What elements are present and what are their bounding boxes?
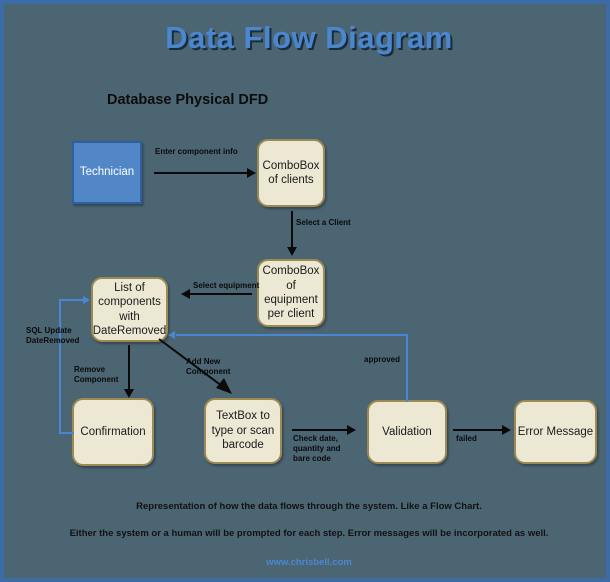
- edge-failed-arrowhead: [502, 425, 511, 435]
- edge-sql-update-seg-a: [59, 432, 74, 434]
- footer-line-1: Representation of how the data flows thr…: [136, 501, 482, 512]
- edge-label-select-a-client: Select a Client: [296, 218, 351, 227]
- edge-approved-arrowhead: [168, 331, 175, 339]
- node-validation[interactable]: Validation: [367, 400, 447, 464]
- edge-label-select-equipment: Select equipment: [193, 281, 260, 290]
- node-confirmation[interactable]: Confirmation: [72, 398, 154, 466]
- edge-label-sql-update-dateremoved: SQL Update DateRemoved: [26, 326, 80, 345]
- edge-select-a-client-line: [291, 211, 293, 247]
- edge-approved-seg-b: [176, 334, 407, 336]
- edge-select-equipment-line: [190, 293, 252, 295]
- footer-line-2: Either the system or a human will be pro…: [69, 528, 549, 539]
- node-error-message-label: Error Message: [517, 425, 594, 438]
- diagram-subtitle: Database Physical DFD: [107, 92, 269, 108]
- edge-remove-component-arrowhead: [124, 389, 134, 398]
- node-list-of-components[interactable]: List of components with DateRemoved: [91, 277, 168, 342]
- node-technician-label: Technician: [79, 166, 135, 179]
- edge-select-equipment-arrowhead: [181, 289, 190, 299]
- edge-label-approved: approved: [364, 355, 401, 364]
- node-combobox-of-equipment-per-client-label: ComboBox of equipment per client: [262, 265, 320, 321]
- node-combobox-of-clients[interactable]: ComboBox of clients: [257, 139, 325, 207]
- node-textbox-barcode-label: TextBox to type or scan barcode: [211, 410, 275, 452]
- node-validation-label: Validation: [382, 425, 432, 438]
- node-error-message[interactable]: Error Message: [514, 400, 597, 464]
- edge-label-check-date-quantity-barcode: Check date, quantity and bare code: [293, 434, 341, 463]
- edge-check-date-line: [292, 429, 347, 431]
- page-title: Data Flow Diagram: [165, 20, 453, 55]
- edge-sql-update-seg-b: [59, 299, 61, 433]
- node-combobox-of-clients-label: ComboBox of clients: [262, 159, 320, 186]
- edge-check-date-arrowhead: [347, 425, 356, 435]
- edge-label-add-new-component: Add New Component: [186, 357, 231, 376]
- edge-select-a-client-arrowhead: [287, 247, 297, 256]
- edge-label-enter-component-info: Enter component info: [155, 147, 238, 156]
- node-technician[interactable]: Technician: [72, 141, 142, 204]
- node-combobox-of-equipment-per-client[interactable]: ComboBox of equipment per client: [257, 259, 325, 327]
- node-list-of-components-label: List of components with DateRemoved: [92, 281, 167, 337]
- edge-label-remove-component: Remove Component: [74, 365, 119, 384]
- edge-label-failed: failed: [456, 434, 477, 443]
- edge-remove-component-line: [128, 345, 130, 389]
- edge-approved-seg-a: [406, 334, 408, 402]
- edge-enter-component-info-arrowhead: [247, 168, 256, 178]
- edge-sql-update-seg-c: [59, 299, 83, 301]
- footer-url[interactable]: www.chrisbell.com: [4, 557, 610, 568]
- edge-sql-update-arrowhead: [83, 296, 90, 304]
- edge-enter-component-info-line: [154, 172, 247, 174]
- node-confirmation-label: Confirmation: [80, 425, 146, 438]
- node-textbox-barcode[interactable]: TextBox to type or scan barcode: [204, 398, 282, 464]
- edge-failed-line: [453, 429, 502, 431]
- diagram-canvas: Data Flow Diagram Database Physical DFD …: [0, 0, 610, 582]
